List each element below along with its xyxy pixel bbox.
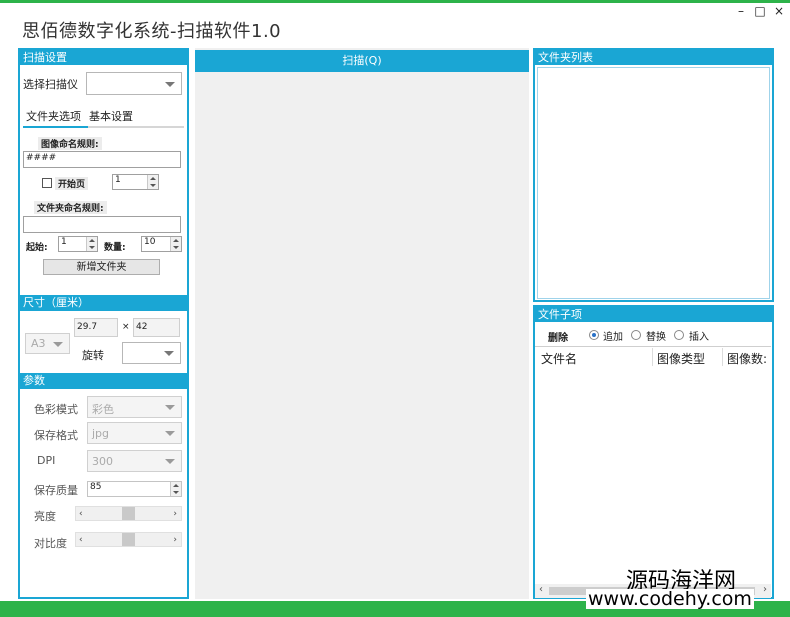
slider-left-arrow[interactable]: ‹ — [79, 535, 83, 545]
brightness-label: 亮度 — [34, 510, 56, 523]
contrast-slider[interactable]: ‹ › — [75, 532, 182, 547]
color-mode-value: 彩色 — [92, 403, 114, 416]
close-icon[interactable]: × — [772, 4, 786, 18]
contrast-thumb[interactable] — [122, 533, 135, 546]
chevron-down-icon — [165, 405, 175, 410]
start-label: 起始: — [26, 243, 48, 253]
start-page-stepper[interactable]: 1 — [112, 174, 159, 190]
new-folder-button[interactable]: 新增文件夹 — [43, 259, 160, 275]
tab-basic-settings[interactable]: 基本设置 — [89, 108, 133, 124]
replace-radio[interactable] — [631, 330, 641, 340]
folder-naming-input[interactable] — [23, 216, 181, 233]
slider-left-arrow[interactable]: ‹ — [79, 509, 83, 519]
stepper-buttons[interactable] — [86, 237, 97, 251]
image-naming-input[interactable]: #### — [23, 151, 181, 168]
dpi-value: 300 — [92, 455, 113, 468]
height-input[interactable]: 42 — [133, 318, 180, 337]
start-page-label: 开始页 — [55, 177, 89, 190]
count-label: 数量: — [104, 243, 126, 253]
slider-right-arrow[interactable]: › — [173, 509, 177, 519]
folder-list-box[interactable] — [537, 67, 770, 299]
insert-label: 插入 — [689, 332, 709, 343]
quality-stepper[interactable]: 85 — [87, 481, 182, 497]
dpi-select[interactable]: 300 — [87, 450, 182, 472]
quality-label: 保存质量 — [34, 484, 78, 497]
scanner-select[interactable] — [86, 72, 182, 95]
folder-naming-label: 文件夹命名规则: — [34, 201, 107, 214]
stepper-buttons[interactable] — [170, 237, 181, 251]
column-header-filename[interactable]: 文件名 — [541, 350, 577, 367]
start-page-value: 1 — [115, 175, 121, 185]
watermark-url: www.codehy.com — [586, 588, 754, 610]
chevron-down-icon — [164, 351, 174, 356]
count-stepper[interactable]: 10 — [141, 236, 182, 252]
color-mode-select[interactable]: 彩色 — [87, 396, 182, 418]
scan-preview-area — [195, 48, 529, 599]
stepper-buttons[interactable] — [170, 482, 181, 496]
save-format-label: 保存格式 — [34, 429, 78, 442]
save-format-value: jpg — [92, 427, 110, 440]
times-sign: × — [122, 322, 130, 332]
replace-label: 替换 — [646, 332, 666, 343]
top-accent-bar — [0, 0, 790, 3]
column-divider — [652, 348, 653, 366]
params-header: 参数 — [20, 373, 187, 389]
color-mode-label: 色彩模式 — [34, 403, 78, 416]
quality-value: 85 — [90, 482, 102, 492]
save-format-select[interactable]: jpg — [87, 422, 182, 444]
maximize-icon[interactable]: □ — [753, 4, 767, 18]
start-value: 1 — [61, 237, 67, 247]
column-header-image-type[interactable]: 图像类型 — [657, 350, 705, 367]
count-value: 10 — [144, 237, 156, 247]
column-header-image-count[interactable]: 图像数: — [727, 350, 770, 367]
file-table[interactable] — [535, 346, 771, 598]
size-header: 尺寸（厘米） — [20, 295, 187, 311]
brightness-slider[interactable]: ‹ › — [75, 506, 182, 521]
rotate-select[interactable] — [122, 342, 181, 364]
chevron-down-icon — [165, 459, 175, 464]
paper-size-value: A3 — [31, 337, 46, 350]
chevron-down-icon — [165, 431, 175, 436]
tab-folder-options[interactable]: 文件夹选项 — [26, 108, 81, 124]
dpi-label: DPI — [37, 454, 56, 467]
paper-size-select[interactable]: A3 — [25, 333, 70, 354]
scan-button[interactable]: 扫描(Q) — [195, 50, 529, 72]
slider-right-arrow[interactable]: › — [173, 535, 177, 545]
file-items-header: 文件子项 — [535, 307, 772, 322]
scanner-label: 选择扫描仪 — [23, 78, 78, 91]
scroll-right-icon[interactable]: › — [763, 584, 767, 595]
contrast-label: 对比度 — [34, 537, 67, 550]
folder-list-header: 文件夹列表 — [535, 50, 772, 65]
stepper-buttons[interactable] — [147, 175, 158, 189]
chevron-down-icon — [53, 341, 63, 347]
start-page-checkbox[interactable] — [42, 178, 52, 188]
width-input[interactable]: 29.7 — [74, 318, 118, 337]
append-label: 追加 — [603, 332, 623, 343]
delete-button[interactable]: 删除 — [548, 329, 568, 344]
rotate-label: 旋转 — [82, 349, 104, 362]
column-divider — [722, 348, 723, 366]
scan-settings-header: 扫描设置 — [20, 50, 187, 65]
folder-list-panel: 文件夹列表 — [533, 48, 774, 302]
minimize-icon[interactable]: – — [734, 4, 748, 18]
brightness-thumb[interactable] — [122, 507, 135, 520]
append-radio[interactable] — [589, 330, 599, 340]
chevron-down-icon — [165, 81, 175, 87]
scroll-left-icon[interactable]: ‹ — [539, 584, 543, 595]
insert-radio[interactable] — [674, 330, 684, 340]
tab-active-indicator — [23, 126, 88, 128]
image-naming-label: 图像命名规则: — [38, 137, 102, 150]
start-stepper[interactable]: 1 — [58, 236, 98, 252]
app-title: 思佰德数字化系统-扫描软件1.0 — [22, 21, 282, 42]
